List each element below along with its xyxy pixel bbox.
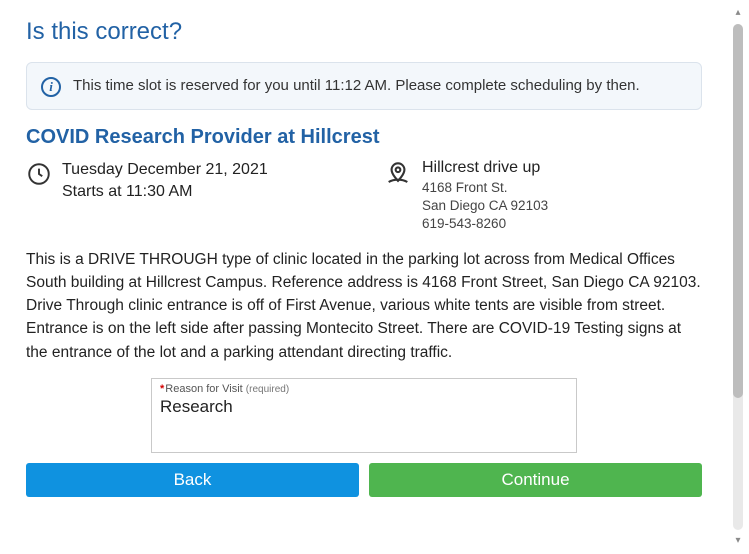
clinic-name: COVID Research Provider at Hillcrest — [26, 126, 702, 149]
required-asterisk: * — [160, 383, 164, 395]
info-icon: i — [41, 77, 61, 97]
reason-for-visit-field[interactable]: *Reason for Visit (required) — [151, 378, 577, 453]
clock-icon — [26, 159, 52, 192]
reason-input[interactable] — [160, 395, 568, 439]
reason-label: *Reason for Visit (required) — [160, 383, 568, 395]
location-address1: 4168 Front St. — [422, 179, 548, 197]
location-icon — [384, 159, 412, 194]
scrollbar-thumb[interactable] — [733, 24, 743, 398]
page-title: Is this correct? — [0, 0, 720, 58]
appointment-time: Starts at 11:30 AM — [62, 181, 268, 203]
scroll-down-arrow[interactable]: ▾ — [733, 536, 743, 546]
appointment-date: Tuesday December 21, 2021 — [62, 159, 268, 181]
continue-button[interactable]: Continue — [369, 463, 702, 497]
reservation-alert: i This time slot is reserved for you unt… — [26, 62, 702, 110]
location-address2: San Diego CA 92103 — [422, 197, 548, 215]
appointment-time-block: Tuesday December 21, 2021 Starts at 11:3… — [26, 159, 344, 234]
location-block: Hillcrest drive up 4168 Front St. San Di… — [384, 159, 702, 234]
clinic-description: This is a DRIVE THROUGH type of clinic l… — [26, 248, 702, 364]
location-phone: 619-543-8260 — [422, 215, 548, 233]
back-button[interactable]: Back — [26, 463, 359, 497]
alert-text: This time slot is reserved for you until… — [73, 75, 640, 97]
scroll-up-arrow[interactable]: ▴ — [733, 8, 743, 18]
scrollbar-track[interactable] — [733, 24, 743, 530]
location-name: Hillcrest drive up — [422, 159, 548, 177]
